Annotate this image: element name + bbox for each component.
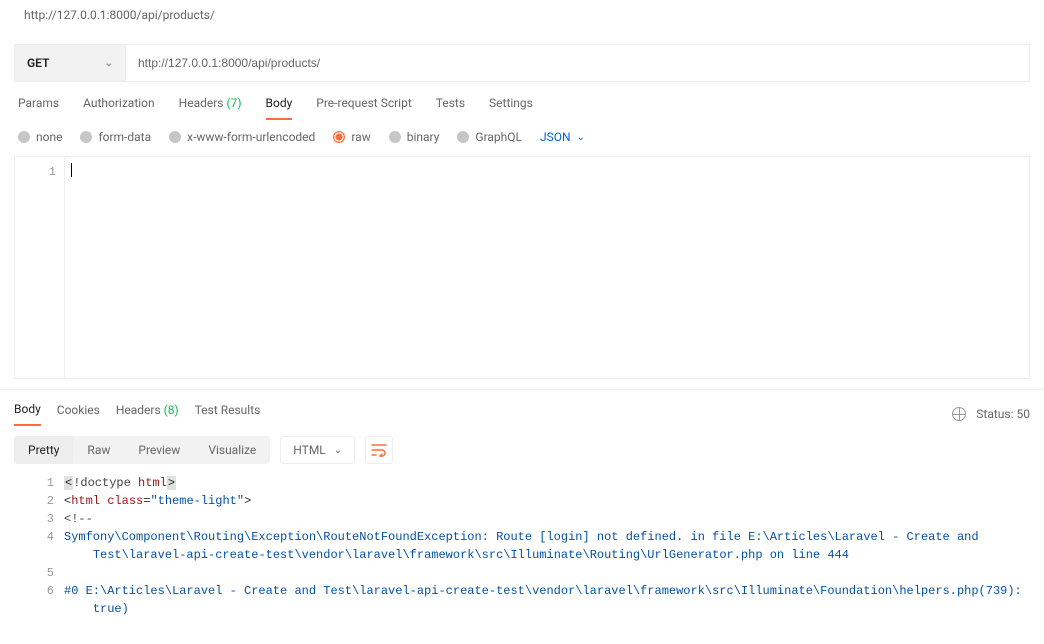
radio-urlencoded-label: x-www-form-urlencoded xyxy=(187,130,315,144)
tab-body[interactable]: Body xyxy=(266,96,293,120)
tab-headers-label: Headers xyxy=(179,96,224,110)
tab-headers[interactable]: Headers (7) xyxy=(179,96,242,120)
request-body-editor: 1 xyxy=(14,156,1030,379)
radio-graphql[interactable]: GraphQL xyxy=(457,130,522,144)
wrap-icon xyxy=(371,443,387,457)
tab-tests[interactable]: Tests xyxy=(436,96,465,120)
radio-icon xyxy=(18,131,30,143)
resp-tab-headers-count: (8) xyxy=(164,403,179,417)
response-toolbar: Pretty Raw Preview Visualize HTML ⌄ xyxy=(0,426,1044,474)
resp-tab-testresults[interactable]: Test Results xyxy=(195,403,261,425)
status-code: 50 xyxy=(1017,407,1031,421)
line-number-cont xyxy=(14,546,54,564)
editor-textarea[interactable] xyxy=(65,157,1029,378)
response-status: Status: 50 xyxy=(952,407,1030,421)
radio-none-label: none xyxy=(36,130,62,144)
resp-tab-headers-label: Headers xyxy=(116,403,161,417)
status-label: Status: xyxy=(976,407,1013,421)
response-body-editor[interactable]: 1 2 3 4 5 6 <!doctype html><html class="… xyxy=(0,474,1044,628)
line-number: 4 xyxy=(14,528,54,546)
radio-urlencoded[interactable]: x-www-form-urlencoded xyxy=(169,130,315,144)
radio-binary[interactable]: binary xyxy=(389,130,440,144)
line-number: 6 xyxy=(14,582,54,600)
tab-authorization[interactable]: Authorization xyxy=(83,96,155,120)
tab-params[interactable]: Params xyxy=(18,96,59,120)
body-type-row: none form-data x-www-form-urlencoded raw… xyxy=(0,120,1044,156)
url-input[interactable] xyxy=(126,44,1030,82)
radio-raw[interactable]: raw xyxy=(333,130,370,144)
view-preview[interactable]: Preview xyxy=(124,436,194,464)
radio-icon xyxy=(333,131,345,143)
radio-icon xyxy=(169,131,181,143)
line-number: 1 xyxy=(14,474,54,492)
view-mode-group: Pretty Raw Preview Visualize xyxy=(14,436,270,464)
line-number: 3 xyxy=(14,510,54,528)
method-select[interactable]: GET ⌄ xyxy=(14,44,126,82)
line-number: 2 xyxy=(14,492,54,510)
caret-icon xyxy=(71,163,72,177)
radio-formdata-label: form-data xyxy=(98,130,151,144)
lang-label: HTML xyxy=(293,443,326,457)
wrap-lines-button[interactable] xyxy=(365,436,393,464)
line-number: 1 xyxy=(15,163,56,181)
request-tabs: Params Authorization Headers (7) Body Pr… xyxy=(0,82,1044,120)
radio-binary-label: binary xyxy=(407,130,440,144)
response-tabs: Body Cookies Headers (8) Test Results St… xyxy=(0,389,1044,426)
radio-icon xyxy=(80,131,92,143)
globe-icon[interactable] xyxy=(952,407,966,421)
response-gutter: 1 2 3 4 5 6 xyxy=(14,474,64,618)
body-format-label: JSON xyxy=(540,130,571,144)
lang-select[interactable]: HTML ⌄ xyxy=(280,436,355,464)
resp-tab-body[interactable]: Body xyxy=(14,402,41,426)
editor-gutter: 1 xyxy=(15,157,65,378)
request-row: GET ⌄ xyxy=(14,44,1030,82)
method-label: GET xyxy=(27,56,49,70)
chevron-down-icon: ⌄ xyxy=(105,58,113,69)
resp-tab-cookies[interactable]: Cookies xyxy=(57,403,100,425)
view-raw[interactable]: Raw xyxy=(73,436,124,464)
view-pretty[interactable]: Pretty xyxy=(14,436,73,464)
chevron-down-icon: ⌄ xyxy=(577,132,585,143)
tab-prerequest[interactable]: Pre-request Script xyxy=(316,96,411,120)
response-code: <!doctype html><html class="theme-light"… xyxy=(64,474,1030,618)
line-number: 5 xyxy=(14,564,54,582)
radio-none[interactable]: none xyxy=(18,130,62,144)
body-format-select[interactable]: JSON ⌄ xyxy=(540,130,585,144)
radio-graphql-label: GraphQL xyxy=(475,130,522,144)
radio-icon xyxy=(389,131,401,143)
view-visualize[interactable]: Visualize xyxy=(194,436,270,464)
resp-tab-headers[interactable]: Headers (8) xyxy=(116,403,179,425)
tab-headers-count: (7) xyxy=(226,96,241,110)
radio-icon xyxy=(457,131,469,143)
radio-raw-label: raw xyxy=(351,130,370,144)
radio-formdata[interactable]: form-data xyxy=(80,130,151,144)
tab-title: http://127.0.0.1:8000/api/products/ xyxy=(0,0,1044,30)
chevron-down-icon: ⌄ xyxy=(334,445,342,456)
tab-settings[interactable]: Settings xyxy=(489,96,533,120)
